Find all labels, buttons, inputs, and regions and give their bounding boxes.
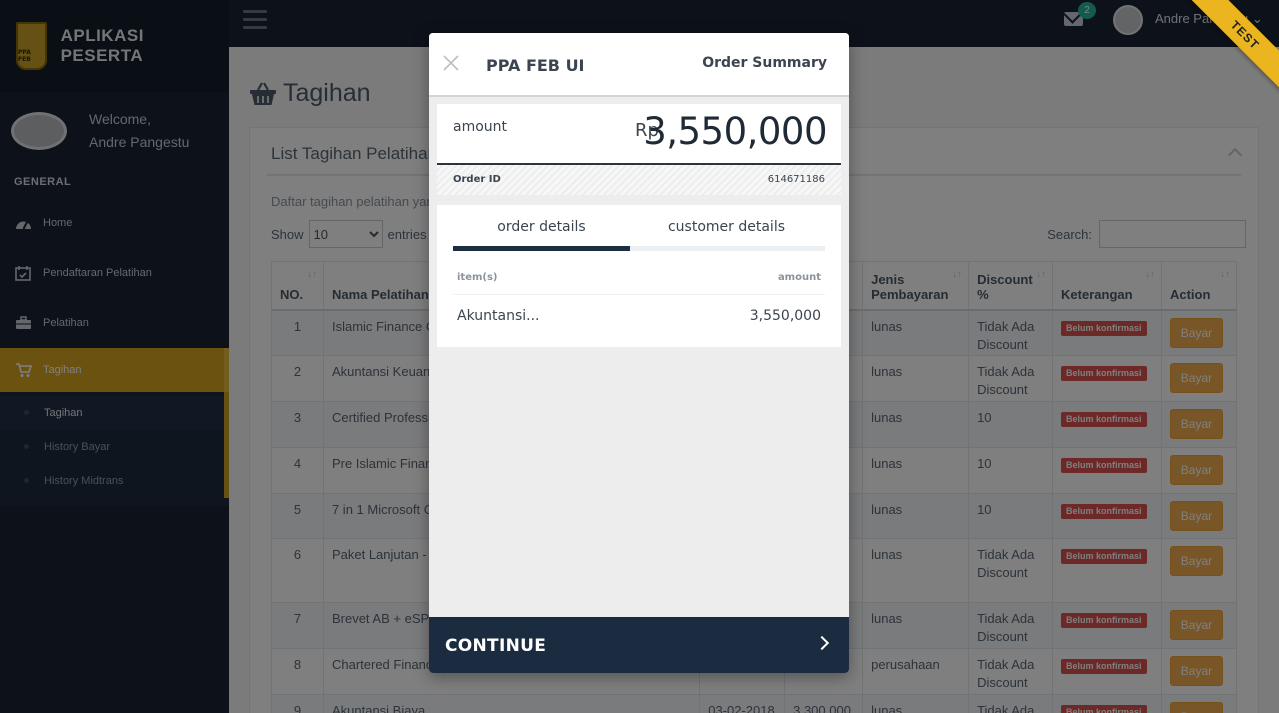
modal-header: PPA FEB UI Order Summary xyxy=(429,33,849,97)
item-amount: 3,550,000 xyxy=(749,308,821,324)
amount-label: amount xyxy=(453,119,508,135)
close-icon[interactable] xyxy=(441,53,461,73)
continue-label: CONTINUE xyxy=(445,636,547,656)
order-id-value: 614671186 xyxy=(767,174,825,185)
payment-modal: PPA FEB UI Order Summary amount Rp 3,550… xyxy=(429,33,849,673)
order-id-label: Order ID xyxy=(453,174,501,185)
continue-button[interactable]: CONTINUE xyxy=(429,617,849,673)
divider xyxy=(453,294,825,295)
order-summary-title: Order Summary xyxy=(702,55,827,71)
amount-box: amount Rp 3,550,000 xyxy=(437,104,841,165)
items-header: item(s) xyxy=(457,272,498,283)
amount-header: amount xyxy=(777,272,821,283)
tab-order-details[interactable]: order details xyxy=(453,219,630,235)
item-name: Akuntansi... xyxy=(457,308,540,324)
tab-indicator xyxy=(453,246,825,251)
chevron-right-icon xyxy=(814,635,830,651)
order-id-row: Order ID 614671186 xyxy=(437,165,841,195)
total-amount: 3,550,000 xyxy=(643,110,827,153)
tab-customer-details[interactable]: customer details xyxy=(638,219,815,235)
merchant-name: PPA FEB UI xyxy=(486,56,585,75)
details-panel: order details customer details item(s) a… xyxy=(437,205,841,347)
